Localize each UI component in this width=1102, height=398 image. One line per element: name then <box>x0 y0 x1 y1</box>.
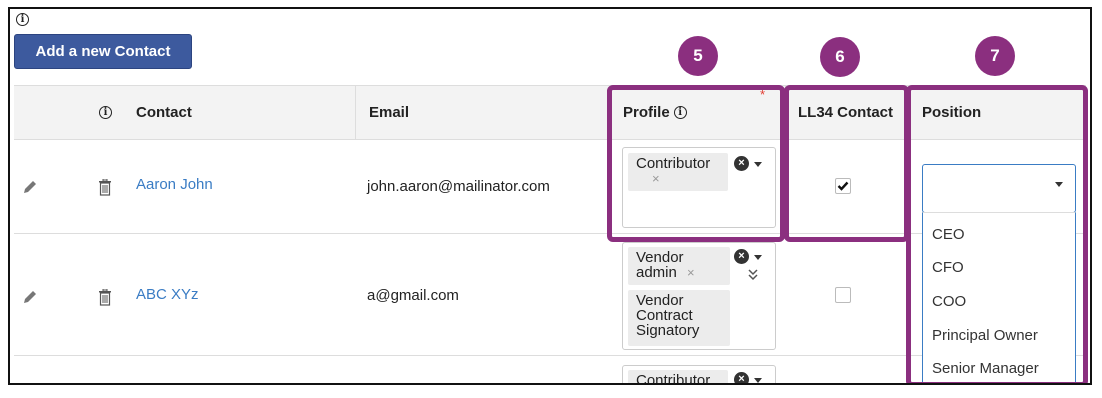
email-value: a@gmail.com <box>367 287 459 304</box>
profile-tag-label: admin <box>636 264 677 281</box>
clear-icon[interactable]: × <box>734 249 749 264</box>
profile-tag-label: Signatory <box>636 322 700 339</box>
header-contact[interactable]: Contact <box>136 86 192 139</box>
info-icon[interactable]: i <box>99 106 112 119</box>
email-value: john.aaron@mailinator.com <box>367 178 550 195</box>
position-highlight <box>906 85 1088 383</box>
pencil-icon[interactable] <box>22 289 38 305</box>
remove-tag-icon[interactable]: × <box>681 265 695 280</box>
profile-tag: Vendor Contract Signatory <box>628 290 730 346</box>
info-icon[interactable]: i <box>16 13 29 26</box>
profile-tag: Vendor admin × <box>628 247 730 285</box>
callout-badge: 7 <box>975 36 1015 76</box>
contact-link[interactable]: Aaron John <box>136 176 213 193</box>
profile-tag-label: Contributor <box>636 372 711 385</box>
clear-icon[interactable]: × <box>734 372 749 383</box>
callout-badge: 6 <box>820 37 860 77</box>
chevron-down-icon[interactable] <box>754 378 762 383</box>
chevron-down-icon[interactable] <box>754 255 762 260</box>
ll34-highlight <box>784 85 909 242</box>
pencil-icon[interactable] <box>22 179 38 195</box>
callout-badge: 5 <box>678 36 718 76</box>
trash-icon[interactable] <box>98 289 112 306</box>
profile-select[interactable]: Contributor × <box>622 365 776 385</box>
expand-more-icon[interactable] <box>748 269 758 281</box>
ll34-checkbox[interactable] <box>835 287 851 303</box>
contact-link[interactable]: ABC XYz <box>136 286 199 303</box>
header-email[interactable]: Email <box>369 86 409 139</box>
profile-select[interactable]: Vendor admin × Vendor Contract Signatory… <box>622 242 776 350</box>
profile-tag: Contributor <box>628 370 728 385</box>
contacts-panel: i Add a new Contact i Contact Email Prof… <box>8 7 1092 385</box>
add-contact-button[interactable]: Add a new Contact <box>14 34 192 69</box>
trash-icon[interactable] <box>98 179 112 196</box>
profile-highlight <box>607 85 785 242</box>
